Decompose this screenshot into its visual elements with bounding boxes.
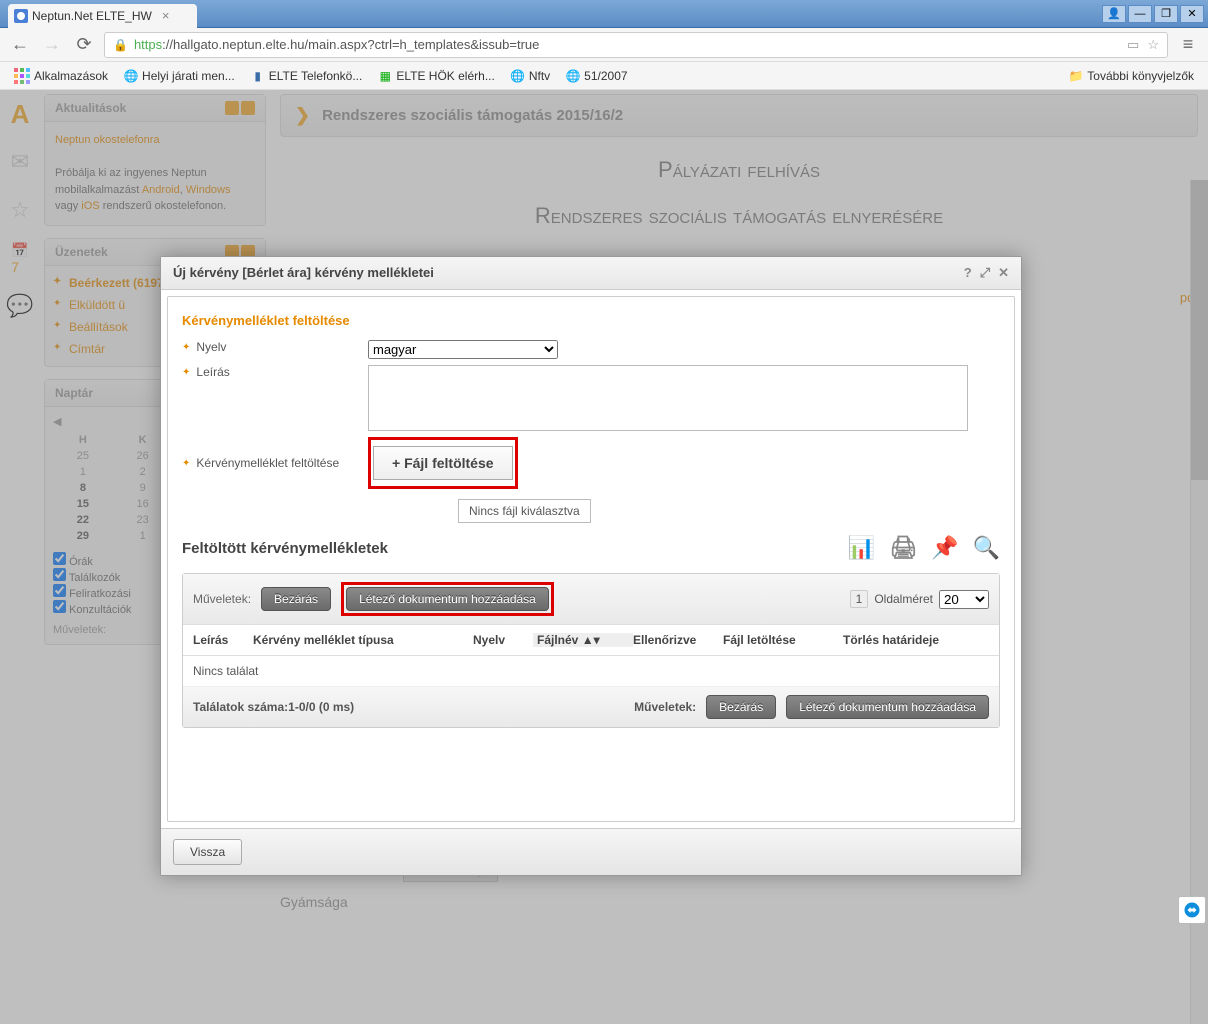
maximize-button[interactable]: ❐ [1154, 5, 1178, 23]
user-icon[interactable]: 👤 [1102, 5, 1126, 23]
menu-button[interactable]: ≡ [1176, 33, 1200, 57]
expand-icon[interactable]: ⤢ [980, 265, 990, 281]
grid-ops-top: Műveletek: Bezárás Létező dokumentum hoz… [183, 574, 999, 625]
existing-highlight-box: Létező dokumentum hozzáadása [341, 582, 554, 616]
page-icon: ▮ [251, 69, 265, 83]
url-protocol: https [134, 37, 162, 52]
favicon-icon [14, 9, 28, 23]
col-desc[interactable]: Leírás [193, 633, 253, 647]
folder-icon: 📁 [1069, 69, 1083, 83]
window-titlebar: Neptun.Net ELTE_HW × 👤 — ❐ ✕ [0, 0, 1208, 28]
desc-label: Leírás [182, 365, 368, 379]
bookmark-item[interactable]: ▦ELTE HÖK elérh... [372, 67, 500, 85]
grid-header: Leírás Kérvény melléklet típusa Nyelv Fá… [183, 625, 999, 656]
attachments-grid: Műveletek: Bezárás Létező dokumentum hoz… [182, 573, 1000, 728]
url-bar[interactable]: 🔒 https://hallgato.neptun.elte.hu/main.a… [104, 32, 1168, 58]
col-lang[interactable]: Nyelv [473, 633, 533, 647]
close-icon[interactable]: ✕ [998, 265, 1009, 281]
teamviewer-icon[interactable] [1178, 896, 1206, 924]
upload-label: Kérvénymelléklet feltöltése [182, 456, 368, 470]
apps-button[interactable]: Alkalmazások [8, 66, 114, 86]
search-icon[interactable]: 🔍 [973, 535, 1000, 561]
bookmark-item[interactable]: 🌐Nftv [505, 67, 556, 85]
globe-icon: 🌐 [124, 69, 138, 83]
results-count: Találatok száma:1-0/0 (0 ms) [193, 700, 354, 714]
page-size-label: Oldalméret [874, 592, 933, 606]
ops-label: Műveletek: [634, 700, 696, 714]
forward-button[interactable]: → [40, 33, 64, 57]
modal-titlebar: Új kérvény [Bérlet ára] kérvény mellékle… [161, 257, 1021, 290]
url-path: ://hallgato.neptun.elte.hu/main.aspx?ctr… [162, 37, 539, 52]
attachment-modal: Új kérvény [Bérlet ára] kérvény mellékle… [160, 256, 1022, 876]
bookmark-item[interactable]: ▮ELTE Telefonkö... [245, 67, 369, 85]
globe-icon: 🌐 [511, 69, 525, 83]
close-button[interactable]: Bezárás [261, 587, 331, 611]
col-delete[interactable]: Törlés határideje [843, 633, 983, 647]
add-existing-button[interactable]: Létező dokumentum hozzáadása [346, 587, 549, 611]
bookmark-item[interactable]: 🌐51/2007 [560, 67, 633, 85]
globe-icon: 🌐 [566, 69, 580, 83]
file-upload-button[interactable]: + Fájl feltöltése [373, 446, 513, 480]
desc-textarea[interactable] [368, 365, 968, 431]
card-icon[interactable]: ▭ [1127, 37, 1139, 53]
col-file[interactable]: Fájlnév ▲▾ [533, 633, 633, 647]
lock-icon: 🔒 [113, 38, 128, 52]
back-button[interactable]: ← [8, 33, 32, 57]
reload-button[interactable]: ⟳ [72, 33, 96, 57]
apps-icon [14, 68, 30, 84]
minimize-button[interactable]: — [1128, 5, 1152, 23]
no-results-row: Nincs találat [183, 656, 999, 687]
col-check[interactable]: Ellenőrizve [633, 633, 723, 647]
bookmark-item[interactable]: 🌐Helyi járati men... [118, 67, 241, 85]
lang-select[interactable]: magyar [368, 340, 558, 359]
nav-bar: ← → ⟳ 🔒 https://hallgato.neptun.elte.hu/… [0, 28, 1208, 62]
modal-body: Kérvénymelléklet feltöltése Nyelv magyar… [167, 296, 1015, 822]
tab-title: Neptun.Net ELTE_HW [32, 9, 152, 23]
close-window-button[interactable]: ✕ [1180, 5, 1204, 23]
modal-footer: Vissza [161, 828, 1021, 875]
upload-section-title: Kérvénymelléklet feltöltése [182, 313, 1000, 328]
help-icon[interactable]: ? [964, 265, 972, 281]
col-type[interactable]: Kérvény melléklet típusa [253, 633, 473, 647]
back-button[interactable]: Vissza [173, 839, 242, 865]
bookmarks-bar: Alkalmazások 🌐Helyi járati men... ▮ELTE … [0, 62, 1208, 90]
modal-title-text: Új kérvény [Bérlet ára] kérvény mellékle… [173, 265, 434, 281]
tab-close-icon[interactable]: × [162, 8, 170, 23]
star-icon[interactable]: ☆ [1147, 37, 1159, 53]
ops-label: Műveletek: [193, 592, 251, 606]
col-download[interactable]: Fájl letöltése [723, 633, 843, 647]
sort-icon: ▲▾ [582, 633, 600, 647]
window-controls: 👤 — ❐ ✕ [1102, 5, 1208, 23]
lang-label: Nyelv [182, 340, 368, 354]
close-button[interactable]: Bezárás [706, 695, 776, 719]
no-file-label: Nincs fájl kiválasztva [458, 499, 591, 523]
tab-strip: Neptun.Net ELTE_HW × [0, 0, 197, 28]
page-size-select[interactable]: 20 [939, 590, 989, 609]
other-bookmarks[interactable]: 📁További könyvjelzők [1063, 67, 1200, 85]
add-existing-button[interactable]: Létező dokumentum hozzáadása [786, 695, 989, 719]
excel-icon[interactable]: 📊 [848, 535, 875, 561]
page-number: 1 [850, 590, 869, 608]
sheet-icon: ▦ [378, 69, 392, 83]
uploaded-section-title: Feltöltött kérvénymellékletek [182, 540, 388, 557]
pin-icon[interactable]: 📌 [931, 535, 958, 561]
grid-footer: Találatok száma:1-0/0 (0 ms) Műveletek: … [183, 687, 999, 727]
browser-tab[interactable]: Neptun.Net ELTE_HW × [8, 4, 197, 28]
print-icon[interactable]: 🖨 [889, 535, 917, 561]
upload-highlight-box: + Fájl feltöltése [368, 437, 518, 489]
